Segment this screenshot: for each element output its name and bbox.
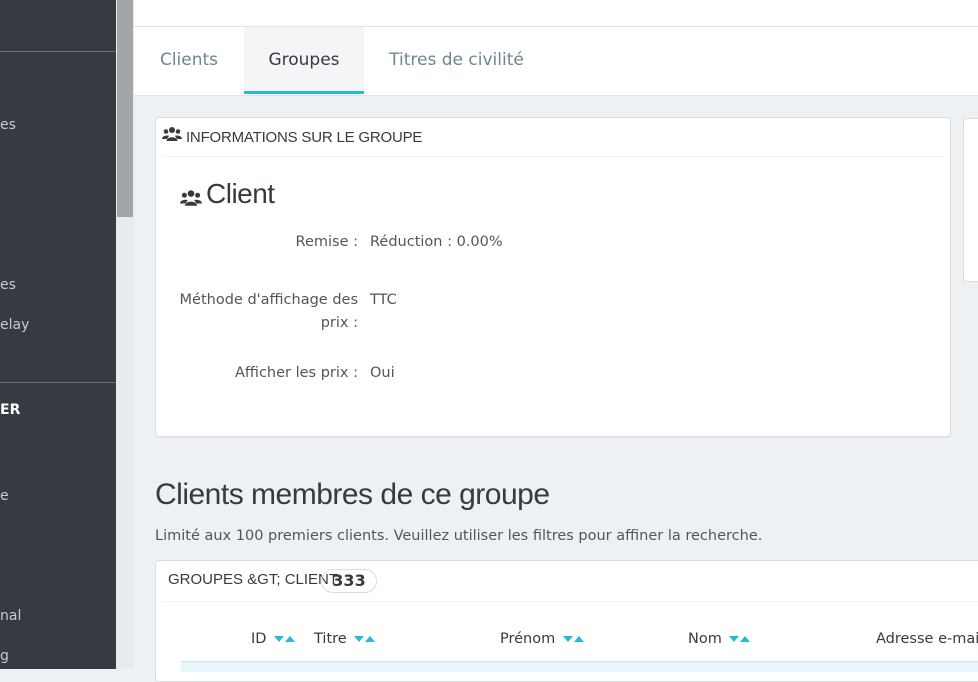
count-badge: 333 [321,569,377,593]
sidebar: es es elay ER e nal g [0,0,116,669]
column-header-email: Adresse e-mail [876,631,978,647]
show-prices-value: Oui [370,365,395,381]
sort-asc-icon[interactable] [740,631,751,647]
sidebar-item[interactable]: es [0,277,16,293]
column-header-titre: Titre [314,631,376,647]
sidebar-item[interactable]: e [0,488,9,504]
sort-asc-icon[interactable] [285,631,296,647]
group-info-panel: INFORMATIONS SUR LE GROUPE Client Remise… [155,117,951,437]
sidebar-item[interactable] [0,0,4,6]
sidebar-scrollbar-thumb[interactable] [117,0,133,217]
table-row[interactable] [181,661,978,672]
sidebar-item[interactable]: es [0,117,16,133]
sidebar-divider [0,51,116,52]
page-header [134,0,978,27]
tab-bar: Clients Groupes Titres de civilité [134,27,978,96]
sort-desc-icon[interactable] [562,631,573,647]
column-label: ID [251,631,267,647]
sidebar-item[interactable]: nal [0,608,21,624]
column-label: Prénom [500,631,556,647]
discount-value: Réduction : 0.00% [370,234,503,250]
sort-desc-icon[interactable] [274,631,285,647]
sidebar-item[interactable]: elay [0,317,29,333]
group-name-heading: Client [180,178,275,212]
tab-groupes[interactable]: Groupes [244,27,364,94]
list-divider [162,601,978,602]
price-display-label-text: Méthode d'affichage des prix : [179,292,358,331]
tab-titres-de-civilite[interactable]: Titres de civilité [364,27,549,93]
panel-title: INFORMATIONS SUR LE GROUPE [185,129,423,146]
column-label: Titre [314,631,347,647]
column-header-nom: Nom [688,631,751,647]
price-display-label: Méthode d'affichage des prix : [158,289,358,335]
panel-heading: INFORMATIONS SUR LE GROUPE [162,118,944,157]
sort-asc-icon[interactable] [573,631,584,647]
list-heading: GROUPES &GT; CLIENT [168,571,339,588]
secondary-panel [963,118,978,282]
sort-desc-icon[interactable] [354,631,365,647]
help-text: Limité aux 100 premiers clients. Veuille… [155,528,763,544]
sidebar-item[interactable]: g [0,648,9,664]
sidebar-divider [0,382,116,383]
members-list-panel: GROUPES &GT; CLIENT 333 ID Titre Prénom … [155,560,978,682]
users-icon [180,182,202,214]
price-display-value: TTC [370,292,397,308]
users-icon [162,118,182,158]
group-name: Client [206,178,275,209]
section-title: Clients membres de ce groupe [155,478,550,511]
sort-desc-icon[interactable] [729,631,740,647]
column-header-id: ID [251,631,296,647]
column-label: Nom [688,631,722,647]
tab-clients[interactable]: Clients [134,27,244,93]
sidebar-section-title: ER [0,402,21,418]
sort-asc-icon[interactable] [365,631,376,647]
discount-label: Remise : [295,234,358,250]
column-label: Adresse e-mail [876,631,978,647]
column-header-prenom: Prénom [500,631,584,647]
show-prices-label: Afficher les prix : [235,365,358,381]
